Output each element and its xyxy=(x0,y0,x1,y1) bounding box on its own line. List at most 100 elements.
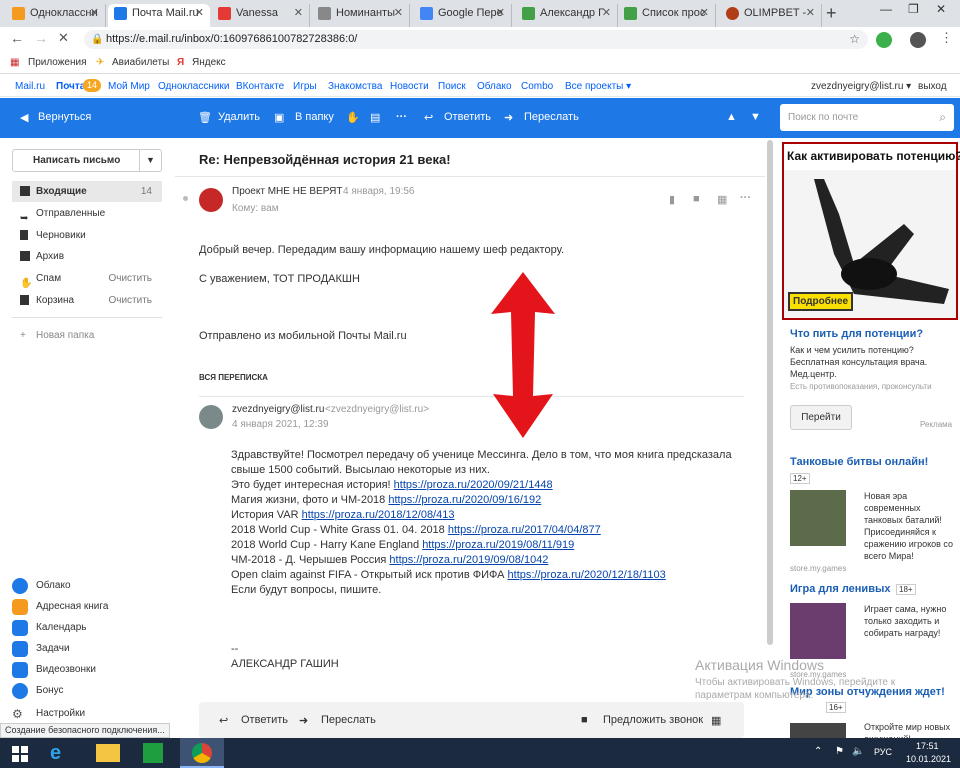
bottom-forward-button[interactable]: Переслать xyxy=(321,714,376,726)
close-icon[interactable]: ✕ xyxy=(294,4,303,23)
ad-title[interactable]: Танковые битвы онлайн! xyxy=(790,456,928,468)
prev-message-icon[interactable]: ▲ xyxy=(726,111,737,123)
ad-go-button[interactable]: Перейти xyxy=(790,405,852,430)
proza-link[interactable]: https://proza.ru/2019/09/08/1042 xyxy=(389,554,548,566)
bookmark-yandex[interactable]: Яндекс xyxy=(192,56,226,70)
service-calendar[interactable]: Календарь xyxy=(12,619,86,639)
portal-link-news[interactable]: Новости xyxy=(390,81,429,92)
portal-link-all-projects[interactable]: Все проекты ▾ xyxy=(565,81,631,92)
url-field[interactable]: 🔒 https://e.mail.ru/inbox/0:160976861007… xyxy=(84,30,868,49)
ad-title[interactable]: Игра для ленивых xyxy=(790,583,890,595)
lazy-game-image[interactable] xyxy=(790,603,846,659)
file-explorer-icon[interactable] xyxy=(96,744,120,762)
proza-link[interactable]: https://proza.ru/2020/09/16/192 xyxy=(388,494,541,506)
unread-dot-icon[interactable] xyxy=(183,196,188,201)
thumbs-down-icon[interactable]: ✋ xyxy=(346,111,360,124)
bookmark-icon[interactable]: ▮ xyxy=(669,193,675,206)
portal-link-mailru[interactable]: Mail.ru xyxy=(15,81,45,92)
start-button[interactable] xyxy=(12,746,28,762)
folder-spam[interactable]: ✋ Спам Очистить xyxy=(12,268,162,289)
bookmark-apps[interactable]: Приложения xyxy=(28,56,87,70)
close-icon[interactable]: ✕ xyxy=(394,4,403,23)
folder-inbox[interactable]: Входящие 14 xyxy=(12,181,162,202)
close-icon[interactable]: ✕ xyxy=(90,4,99,23)
taskbar-chrome[interactable] xyxy=(180,738,224,768)
star-icon[interactable]: ☆ xyxy=(849,30,860,49)
tab-nominants[interactable]: Номинанты ✕ xyxy=(312,4,410,27)
portal-link-vk[interactable]: ВКонтакте xyxy=(236,81,284,92)
archive-icon[interactable]: ▤ xyxy=(370,111,380,124)
forward-button[interactable]: Переслать xyxy=(524,111,579,123)
stalker-game-image[interactable] xyxy=(790,723,846,738)
close-icon[interactable]: ✕ xyxy=(602,4,611,23)
service-address-book[interactable]: Адресная книга xyxy=(12,598,108,618)
ie-icon[interactable]: e xyxy=(50,742,72,764)
calendar-icon[interactable]: ▦ xyxy=(711,714,721,727)
clear-trash-button[interactable]: Очистить xyxy=(108,290,152,311)
banner-more-button[interactable]: Подробнее xyxy=(788,292,854,311)
portal-link-search[interactable]: Поиск xyxy=(438,81,466,92)
tray-arrow-icon[interactable]: ⌃ xyxy=(814,746,822,757)
folder-sent[interactable]: ➥ Отправленные xyxy=(12,203,162,224)
tab-odnoklassniki[interactable]: Одноклассни ✕ xyxy=(6,4,106,27)
video-icon[interactable]: ■ xyxy=(693,193,700,205)
close-icon[interactable]: ✕ xyxy=(195,4,204,23)
logout-link[interactable]: выход xyxy=(918,81,947,92)
menu-icon[interactable]: ⋮ xyxy=(940,30,953,46)
ad-title[interactable]: Что пить для потенции? xyxy=(790,328,923,340)
tab-mail[interactable]: Почта Mail.ru ✕ xyxy=(108,4,210,27)
clock-time[interactable]: 17:51 xyxy=(916,741,939,751)
portal-link-combo[interactable]: Combo xyxy=(521,81,553,92)
bookmark-tickets[interactable]: Авиабилеты xyxy=(112,56,169,70)
folder-trash[interactable]: Корзина Очистить xyxy=(12,290,162,311)
quoted-sender-name[interactable]: zvezdnyeigry@list.ru xyxy=(232,404,324,415)
proza-link[interactable]: https://proza.ru/2020/12/18/1103 xyxy=(508,569,666,581)
avatar[interactable] xyxy=(910,32,926,48)
suggest-call-button[interactable]: Предложить звонок xyxy=(603,714,703,726)
compose-button[interactable]: Написать письмо ▼ xyxy=(12,149,162,172)
flag-icon[interactable]: ⚑ xyxy=(835,746,844,757)
portal-link-games[interactable]: Игры xyxy=(293,81,317,92)
portal-link-dating[interactable]: Знакомства xyxy=(328,81,382,92)
forward-icon[interactable]: → xyxy=(34,30,48,46)
tab-olimpbet[interactable]: OLIMPBET - ✕ xyxy=(720,4,822,27)
tab-aleksandr[interactable]: Александр Г ✕ xyxy=(516,4,618,27)
service-settings[interactable]: ⚙ Настройки xyxy=(12,705,85,725)
tab-list[interactable]: Список прос ✕ xyxy=(618,4,716,27)
service-video-calls[interactable]: Видеозвонки xyxy=(12,661,96,681)
tab-youtube[interactable]: Vanessa ✕ xyxy=(212,4,310,27)
tab-google-translate[interactable]: Google Пере ✕ xyxy=(414,4,512,27)
search-input[interactable]: Поиск по почте ⌕ xyxy=(780,104,954,131)
extension-icon[interactable] xyxy=(876,32,892,48)
calendar-icon[interactable]: ▦ xyxy=(717,193,727,206)
language-indicator[interactable]: РУС xyxy=(874,747,892,757)
proza-link[interactable]: https://proza.ru/2019/08/11/919 xyxy=(422,539,574,551)
portal-link-my-world[interactable]: Мой Мир xyxy=(108,81,150,92)
stop-icon[interactable]: ✕ xyxy=(58,30,69,46)
service-cloud[interactable]: Облако xyxy=(12,577,71,597)
search-icon[interactable]: ⌕ xyxy=(939,104,946,131)
more-button[interactable]: ··· xyxy=(396,111,407,123)
portal-link-cloud[interactable]: Облако xyxy=(477,81,512,92)
back-icon[interactable]: ← xyxy=(10,30,24,46)
sender-name[interactable]: Проект МНЕ НЕ ВЕРЯТ xyxy=(232,186,343,197)
delete-button[interactable]: Удалить xyxy=(218,111,260,123)
portal-link-mail[interactable]: Почта xyxy=(56,81,85,92)
proza-link[interactable]: https://proza.ru/2017/04/04/877 xyxy=(448,524,601,536)
service-tasks[interactable]: Задачи xyxy=(12,640,70,660)
restore-button[interactable]: ❐ xyxy=(908,2,919,16)
close-icon[interactable]: ✕ xyxy=(700,4,709,23)
portal-link-ok[interactable]: Одноклассники xyxy=(158,81,229,92)
close-window-button[interactable]: ✕ xyxy=(936,2,946,16)
back-button[interactable]: Вернуться xyxy=(38,111,91,123)
tank-game-image[interactable] xyxy=(790,490,846,546)
close-icon[interactable]: ✕ xyxy=(806,4,815,23)
folder-archive[interactable]: Архив xyxy=(12,246,162,267)
chevron-down-icon[interactable]: ▼ xyxy=(146,155,155,165)
reply-button[interactable]: Ответить xyxy=(444,111,491,123)
minimize-button[interactable]: — xyxy=(880,2,892,16)
excel-icon[interactable] xyxy=(143,743,163,763)
volume-icon[interactable]: 🔈 xyxy=(852,746,864,757)
clock-date[interactable]: 10.01.2021 xyxy=(906,754,951,764)
close-icon[interactable]: ✕ xyxy=(496,4,505,23)
